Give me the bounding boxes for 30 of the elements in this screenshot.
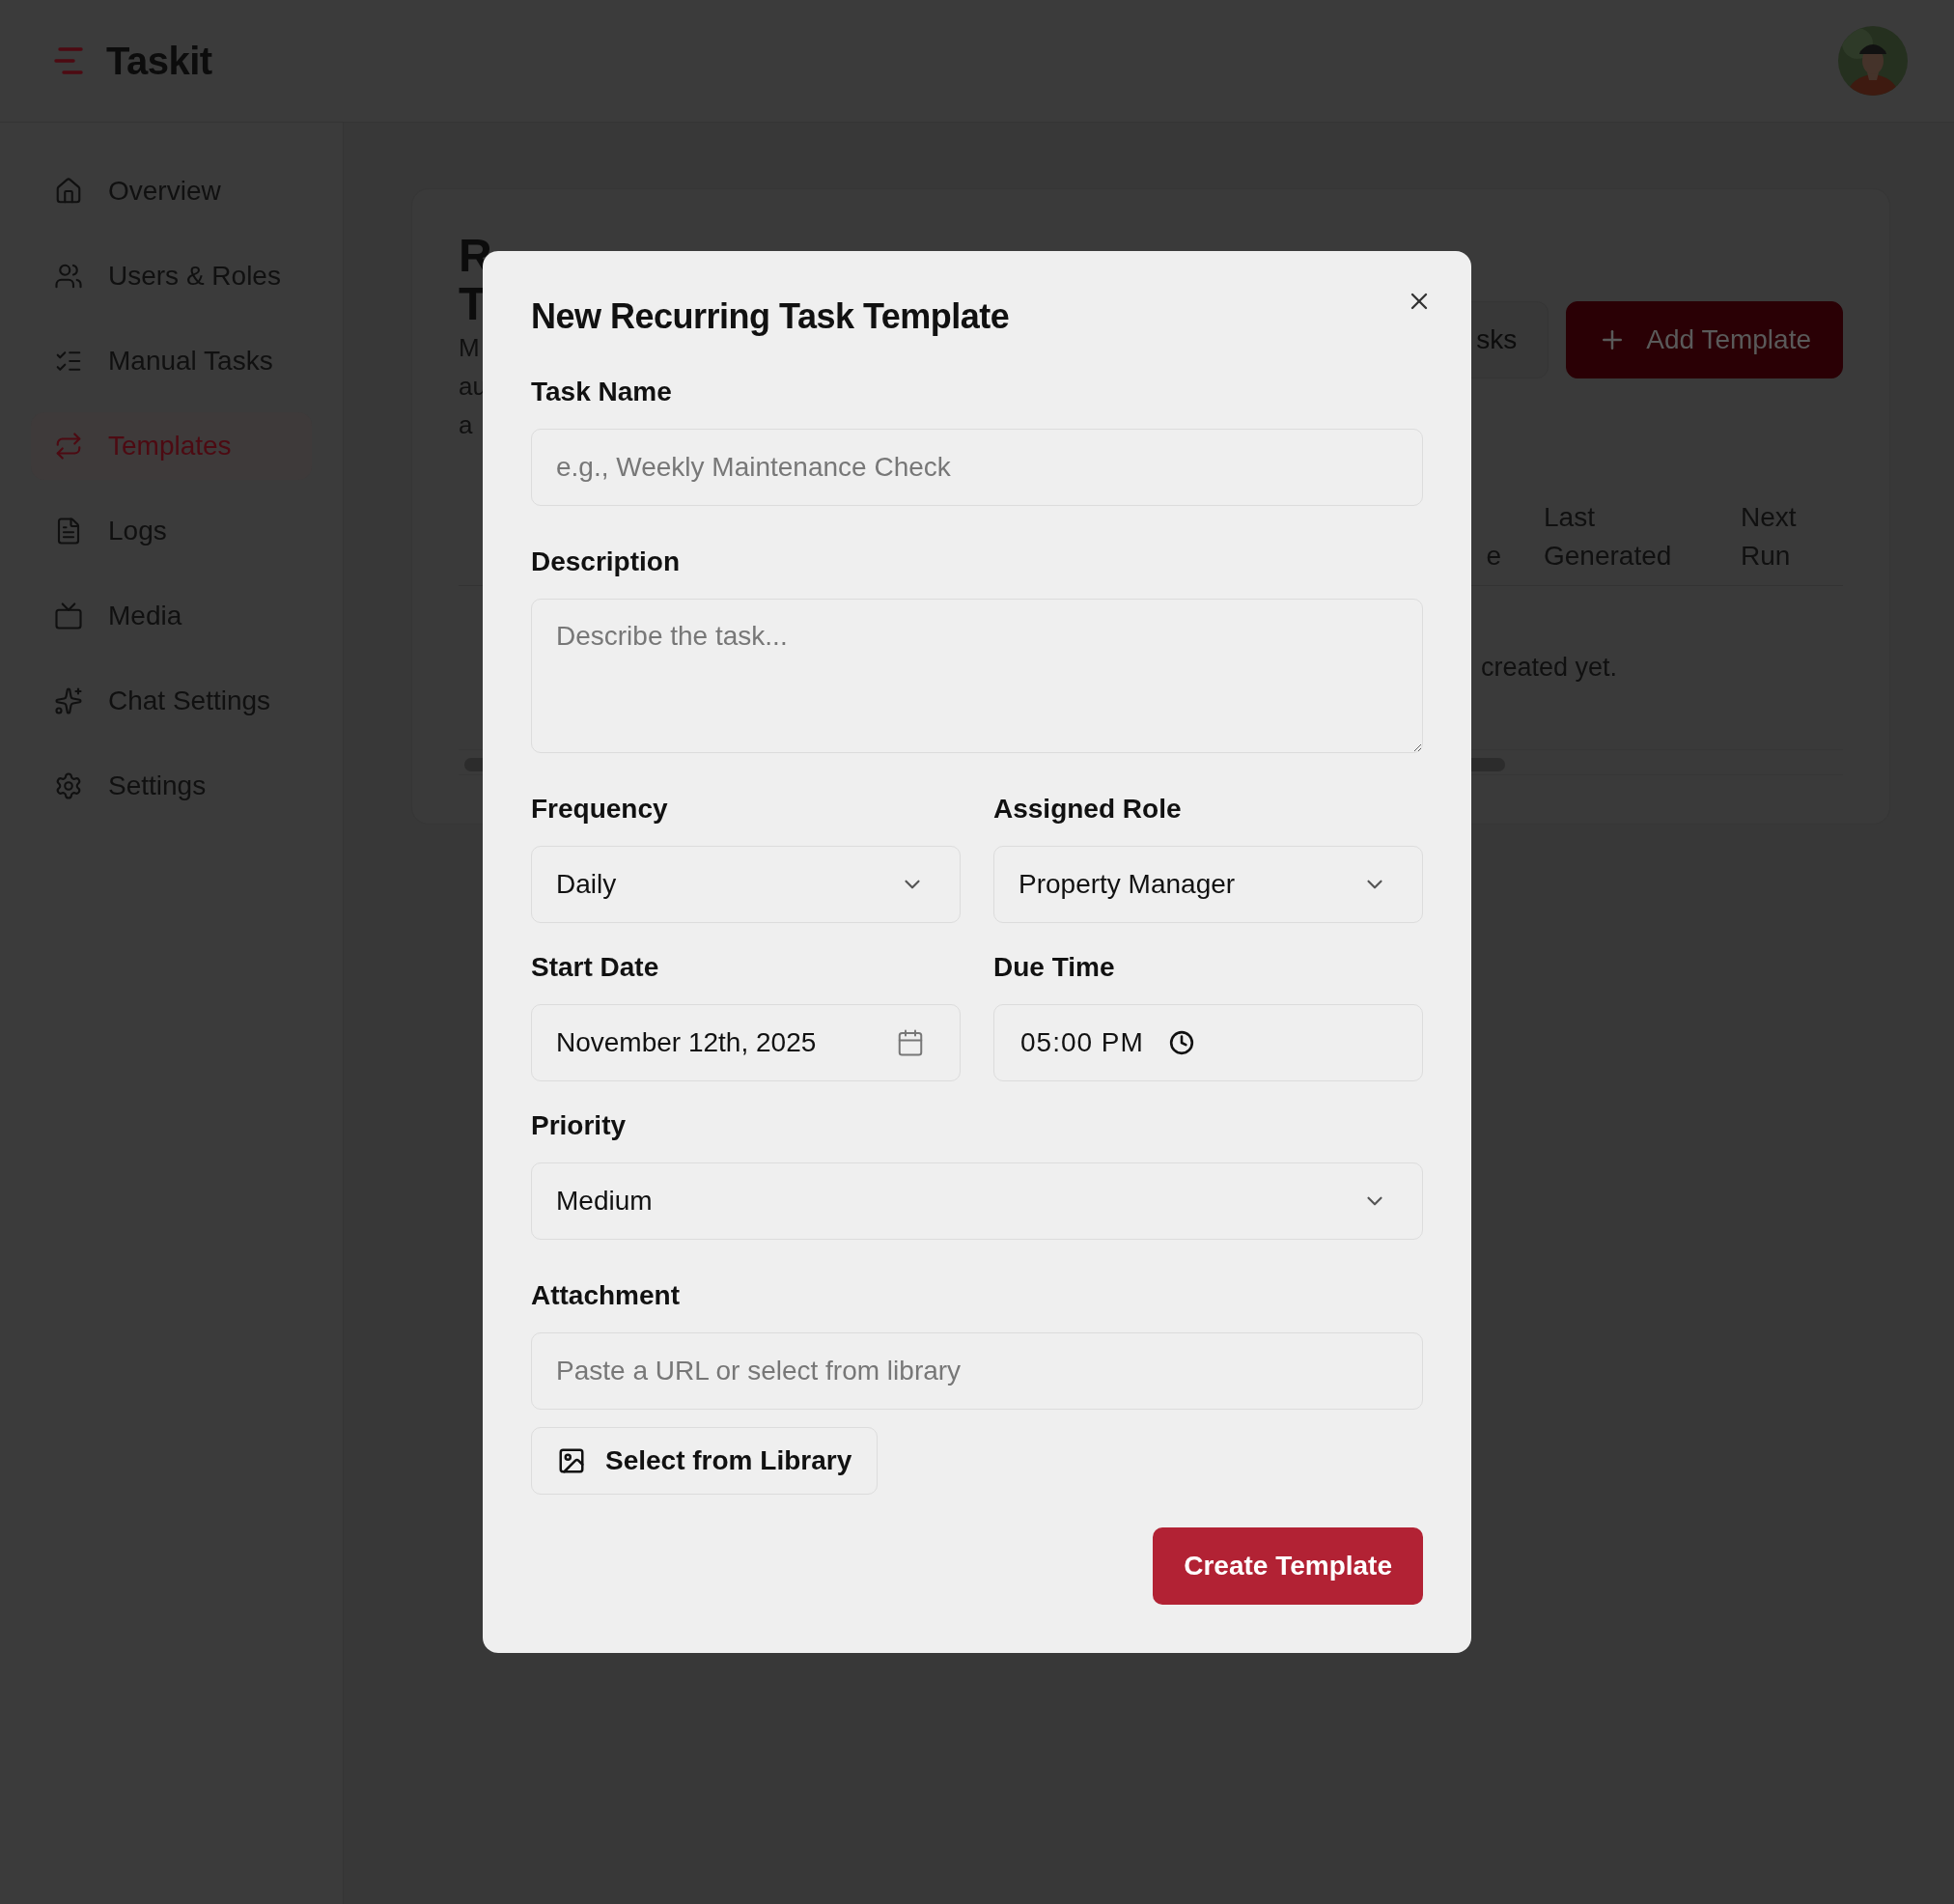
select-field[interactable]: Medium bbox=[531, 1162, 1423, 1240]
create-button[interactable]: Create Template bbox=[1153, 1527, 1423, 1605]
text-field[interactable]: e.g., Weekly Maintenance Check bbox=[531, 429, 1423, 506]
calendar-icon bbox=[896, 1028, 925, 1057]
field-label: Attachment bbox=[531, 1279, 680, 1312]
text-field[interactable]: Paste a URL or select from library bbox=[531, 1332, 1423, 1410]
image-icon bbox=[557, 1446, 586, 1475]
field-label: Priority bbox=[531, 1109, 627, 1142]
clock-icon bbox=[1168, 1030, 1194, 1055]
logo-icon bbox=[54, 46, 85, 75]
field-label: Task Name bbox=[531, 376, 672, 408]
settings-icon bbox=[54, 771, 83, 800]
tv-icon bbox=[54, 602, 83, 630]
add-button[interactable]: Add Template bbox=[1566, 301, 1843, 378]
date-field[interactable]: November 12th, 2025 bbox=[531, 1004, 961, 1081]
field-label: Frequency bbox=[531, 793, 668, 826]
field-label: Assigned Role bbox=[993, 793, 1182, 826]
select-field[interactable]: Property Manager bbox=[993, 846, 1423, 923]
time-field[interactable]: 05:00 PM bbox=[993, 1004, 1423, 1081]
field-label: Due Time bbox=[993, 951, 1115, 984]
home-icon bbox=[54, 177, 83, 206]
users-icon bbox=[54, 262, 83, 291]
select-field[interactable]: Daily bbox=[531, 846, 961, 923]
sparkles-icon bbox=[54, 686, 83, 715]
field-label: Description bbox=[531, 546, 681, 578]
dialog-title: New Recurring Task Template bbox=[531, 295, 1010, 338]
library-button[interactable]: Select from Library bbox=[531, 1427, 879, 1495]
description-field[interactable]: Describe the task... bbox=[531, 599, 1423, 753]
repeat-icon bbox=[54, 432, 83, 461]
field-label: Start Date bbox=[531, 951, 659, 984]
